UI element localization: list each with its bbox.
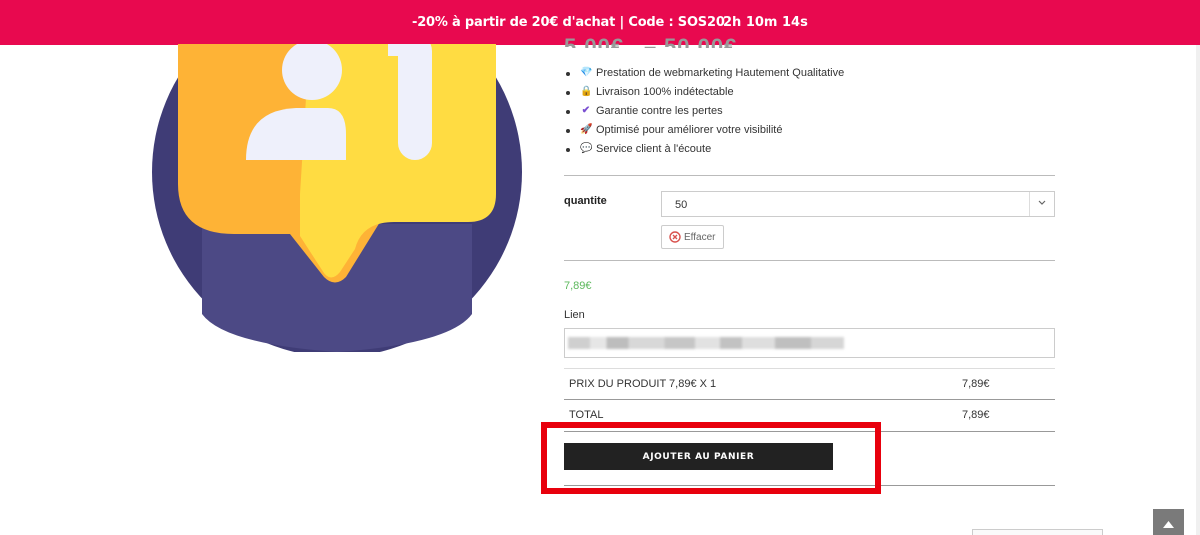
feature-text: Garantie contre les pertes [596, 105, 723, 117]
feature-text: Optimisé pour améliorer votre visibilité [596, 124, 783, 136]
list-item: ✔ Garantie contre les pertes [564, 104, 844, 123]
bullet-icon [566, 91, 570, 95]
lock-icon: 🔒 [580, 86, 593, 97]
variation-price: 7,89€ [564, 280, 592, 292]
bullet-icon [566, 148, 570, 152]
price-separator: – [644, 34, 658, 48]
feature-list: 💎 Prestation de webmarketing Hautement Q… [564, 66, 844, 161]
total-value: 7,89€ [962, 409, 990, 421]
quantity-select[interactable]: 50 [661, 191, 1055, 217]
bullet-icon [566, 72, 570, 76]
product-price-value: 7,89€ [962, 378, 990, 390]
quantity-label: quantite [564, 195, 607, 207]
clear-label: Effacer [684, 232, 716, 243]
rocket-icon: 🚀 [580, 124, 593, 135]
highlight-annotation [541, 422, 881, 494]
list-item: 🔒 Livraison 100% indétectable [564, 85, 844, 104]
price-min: 5,00€ [564, 34, 625, 48]
list-item: 🚀 Optimisé pour améliorer votre visibili… [564, 123, 844, 142]
promo-text: -20% à partir de 20€ d'achat | Code : SO… [412, 15, 725, 30]
total-label: TOTAL [569, 409, 604, 421]
arrow-up-icon [1163, 521, 1174, 528]
promo-countdown-timer: 2h 10m 14s [723, 15, 808, 30]
price-range-partial: 5,00€ – 50,00€ [564, 30, 754, 48]
scrollbar[interactable] [1196, 45, 1200, 535]
link-label: Lien [564, 309, 585, 321]
bullet-icon [566, 110, 570, 114]
divider [564, 175, 1055, 176]
quantity-selected-value: 50 [675, 199, 688, 211]
feature-text: Prestation de webmarketing Hautement Qua… [596, 67, 845, 79]
list-item: 💎 Prestation de webmarketing Hautement Q… [564, 66, 844, 85]
product-price-label: PRIX DU PRODUIT 7,89€ X 1 [569, 378, 717, 390]
clear-x-icon [669, 231, 681, 243]
clear-button[interactable]: Effacer [661, 225, 724, 249]
list-item: 💬 Service client à l'écoute [564, 142, 844, 161]
feature-text: Service client à l'écoute [596, 143, 712, 155]
table-divider [564, 399, 1055, 400]
chevron-down-icon[interactable] [1029, 192, 1054, 216]
bullet-icon [566, 129, 570, 133]
scroll-to-top-button[interactable] [1153, 509, 1184, 535]
divider [564, 260, 1055, 261]
product-image [152, 44, 522, 352]
redacted-link-value [568, 337, 844, 349]
table-divider [564, 368, 1055, 369]
checkmark-icon: ✔ [581, 105, 591, 116]
speech-bubble-icon: 💬 [580, 143, 593, 154]
gem-icon: 💎 [580, 67, 593, 78]
feature-text: Livraison 100% indétectable [596, 86, 734, 98]
tab-partial[interactable] [972, 529, 1103, 535]
price-max: 50,00€ [664, 34, 738, 48]
